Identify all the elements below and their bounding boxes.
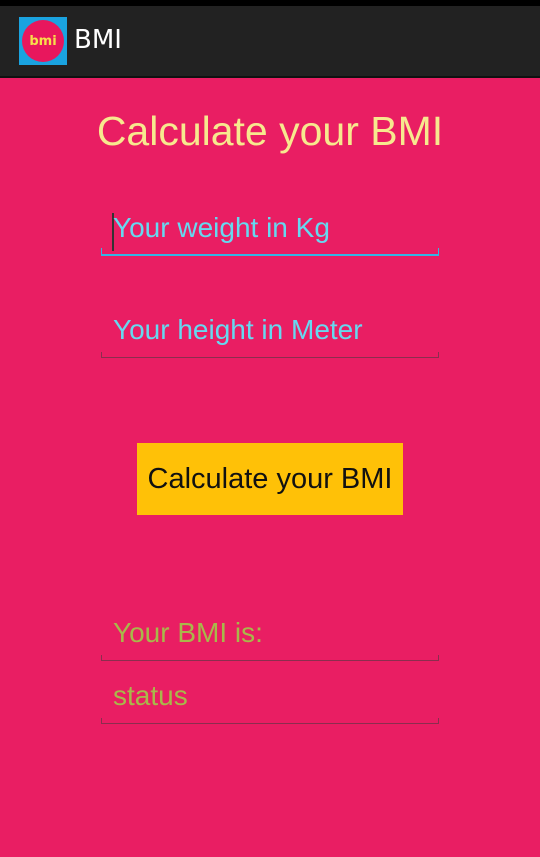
bmi-result-text: Your BMI is:: [113, 617, 263, 648]
status-underline: [101, 718, 439, 724]
height-underline: [101, 352, 439, 358]
bmi-result-field[interactable]: Your BMI is:: [101, 617, 439, 661]
app-logo-text: bmi: [22, 20, 64, 62]
status-field[interactable]: status: [101, 680, 439, 724]
height-input[interactable]: Your height in Meter: [101, 314, 439, 358]
weight-input[interactable]: Your weight in Kg: [101, 212, 439, 256]
bmi-result-underline: [101, 655, 439, 661]
calculate-bmi-button[interactable]: Calculate your BMI: [137, 443, 403, 515]
action-bar: bmi BMI: [0, 6, 540, 78]
status-text: status: [113, 680, 188, 711]
weight-underline: [101, 248, 439, 256]
weight-placeholder: Your weight in Kg: [113, 212, 330, 243]
app-logo-icon[interactable]: bmi: [19, 17, 67, 65]
app-title: BMI: [74, 25, 122, 55]
height-placeholder: Your height in Meter: [113, 314, 363, 345]
page-title: Calculate your BMI: [96, 108, 444, 154]
